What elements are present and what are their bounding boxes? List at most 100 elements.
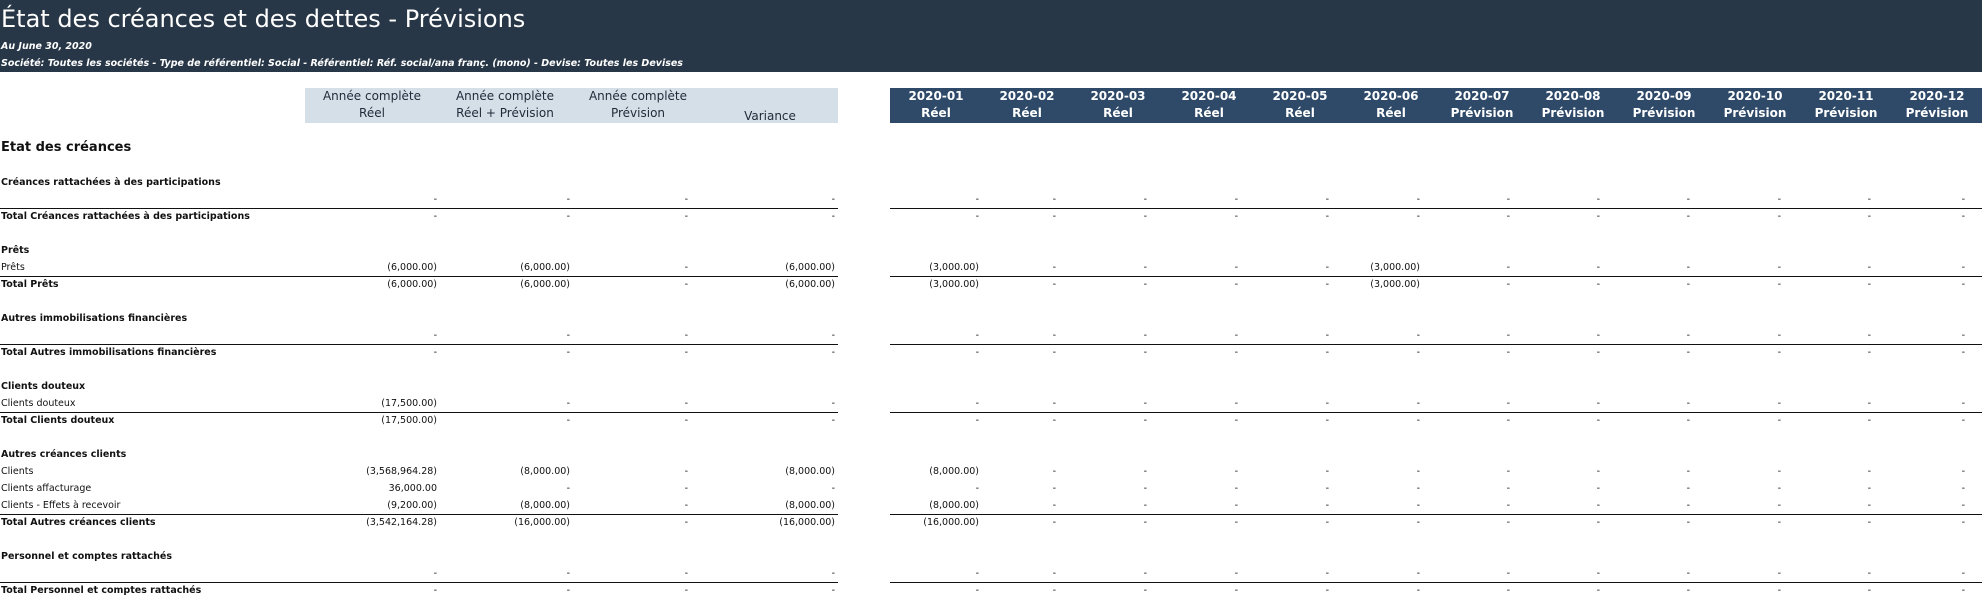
month-value: - bbox=[1052, 568, 1056, 579]
total-rule-summary bbox=[0, 276, 838, 277]
month-period: 2020-07 bbox=[1454, 89, 1510, 103]
month-value: - bbox=[1143, 483, 1147, 494]
month-value: - bbox=[1686, 517, 1690, 528]
month-value: - bbox=[1052, 517, 1056, 528]
month-value: - bbox=[1052, 500, 1056, 511]
month-value: - bbox=[1777, 279, 1781, 290]
month-value: - bbox=[1052, 211, 1056, 222]
column-header-line1: Année complète bbox=[588, 89, 688, 103]
summary-value: - bbox=[684, 347, 688, 358]
month-column-header: 2020-07 Prévision bbox=[1437, 88, 1527, 122]
month-value: - bbox=[1325, 279, 1329, 290]
month-value: - bbox=[1416, 211, 1420, 222]
month-column-header: 2020-05 Réel bbox=[1255, 88, 1345, 122]
month-type: Prévision bbox=[1905, 106, 1969, 120]
month-value: - bbox=[1506, 585, 1510, 596]
month-value: - bbox=[1961, 517, 1965, 528]
summary-value: - bbox=[684, 211, 688, 222]
month-value: - bbox=[1961, 330, 1965, 341]
month-value: - bbox=[1234, 347, 1238, 358]
month-column-header: 2020-06 Réel bbox=[1346, 88, 1436, 122]
month-value: - bbox=[1325, 517, 1329, 528]
month-period: 2020-03 bbox=[1090, 89, 1146, 103]
month-type: Prévision bbox=[1632, 106, 1696, 120]
month-value: - bbox=[1686, 466, 1690, 477]
month-value: - bbox=[1416, 568, 1420, 579]
month-value: - bbox=[975, 483, 979, 494]
summary-value: - bbox=[433, 585, 437, 596]
month-value: - bbox=[1777, 330, 1781, 341]
report-date: Au June 30, 2020 bbox=[1, 41, 92, 52]
month-value: - bbox=[1867, 568, 1871, 579]
summary-value: - bbox=[566, 415, 570, 426]
report-title: État des créances et des dettes - Prévis… bbox=[1, 5, 526, 33]
month-value: - bbox=[1867, 279, 1871, 290]
group-label: Clients douteux bbox=[1, 381, 86, 392]
summary-value: (3,542,164.28) bbox=[366, 517, 437, 528]
month-type: Réel bbox=[1012, 106, 1042, 120]
summary-value: (16,000.00) bbox=[514, 517, 570, 528]
month-value: - bbox=[1506, 483, 1510, 494]
summary-value: (6,000.00) bbox=[785, 279, 835, 290]
month-value: - bbox=[1052, 330, 1056, 341]
summary-value: - bbox=[433, 568, 437, 579]
month-value: - bbox=[1961, 585, 1965, 596]
month-value: - bbox=[1961, 211, 1965, 222]
month-period: 2020-09 bbox=[1636, 89, 1692, 103]
line-label: Clients affacturage bbox=[1, 483, 92, 494]
month-value: - bbox=[1143, 415, 1147, 426]
column-header-line2: Variance bbox=[744, 109, 796, 123]
month-type: Réel bbox=[1376, 106, 1406, 120]
summary-value: (8,000.00) bbox=[785, 466, 835, 477]
month-value: - bbox=[1867, 415, 1871, 426]
month-value: - bbox=[1867, 585, 1871, 596]
summary-column-header: Année complète Réel + Prévision bbox=[435, 88, 575, 122]
month-period: 2020-08 bbox=[1545, 89, 1601, 103]
summary-column-header: Année complète Prévision bbox=[568, 88, 708, 122]
month-value: - bbox=[975, 194, 979, 205]
total-rule-months bbox=[890, 344, 1982, 345]
report-banner: État des créances et des dettes - Prévis… bbox=[0, 0, 1982, 72]
month-value: - bbox=[1596, 398, 1600, 409]
month-value: - bbox=[1325, 211, 1329, 222]
summary-value: - bbox=[566, 330, 570, 341]
summary-value: - bbox=[566, 568, 570, 579]
month-value: - bbox=[1777, 347, 1781, 358]
month-value: (8,000.00) bbox=[929, 500, 979, 511]
summary-value: (8,000.00) bbox=[520, 500, 570, 511]
month-value: - bbox=[1143, 211, 1147, 222]
summary-value: (17,500.00) bbox=[381, 415, 437, 426]
month-value: - bbox=[1143, 194, 1147, 205]
total-rule-summary bbox=[0, 582, 838, 583]
month-value: - bbox=[1325, 194, 1329, 205]
column-header-line2: Prévision bbox=[610, 106, 666, 120]
month-value: - bbox=[1596, 211, 1600, 222]
group-label: Prêts bbox=[1, 245, 30, 256]
summary-value: (16,000.00) bbox=[779, 517, 835, 528]
summary-value: (6,000.00) bbox=[520, 262, 570, 273]
month-value: - bbox=[975, 211, 979, 222]
month-value: - bbox=[1961, 415, 1965, 426]
month-value: - bbox=[1416, 585, 1420, 596]
summary-value: (6,000.00) bbox=[785, 262, 835, 273]
month-value: - bbox=[1686, 568, 1690, 579]
total-rule-months bbox=[890, 514, 1982, 515]
month-value: - bbox=[1234, 211, 1238, 222]
month-type: Réel bbox=[1194, 106, 1224, 120]
month-value: - bbox=[1325, 330, 1329, 341]
month-value: - bbox=[1596, 585, 1600, 596]
month-value: - bbox=[1867, 500, 1871, 511]
month-value: - bbox=[975, 398, 979, 409]
month-value: - bbox=[1961, 262, 1965, 273]
month-value: - bbox=[1234, 194, 1238, 205]
month-column-header: 2020-12 Prévision bbox=[1892, 88, 1982, 122]
month-value: (3,000.00) bbox=[929, 279, 979, 290]
month-value: - bbox=[1596, 194, 1600, 205]
month-value: - bbox=[1686, 211, 1690, 222]
summary-value: - bbox=[831, 330, 835, 341]
month-value: - bbox=[1777, 500, 1781, 511]
total-label: Total Clients douteux bbox=[1, 415, 115, 426]
month-period: 2020-11 bbox=[1818, 89, 1874, 103]
month-period: 2020-01 bbox=[908, 89, 964, 103]
month-period: 2020-04 bbox=[1181, 89, 1237, 103]
